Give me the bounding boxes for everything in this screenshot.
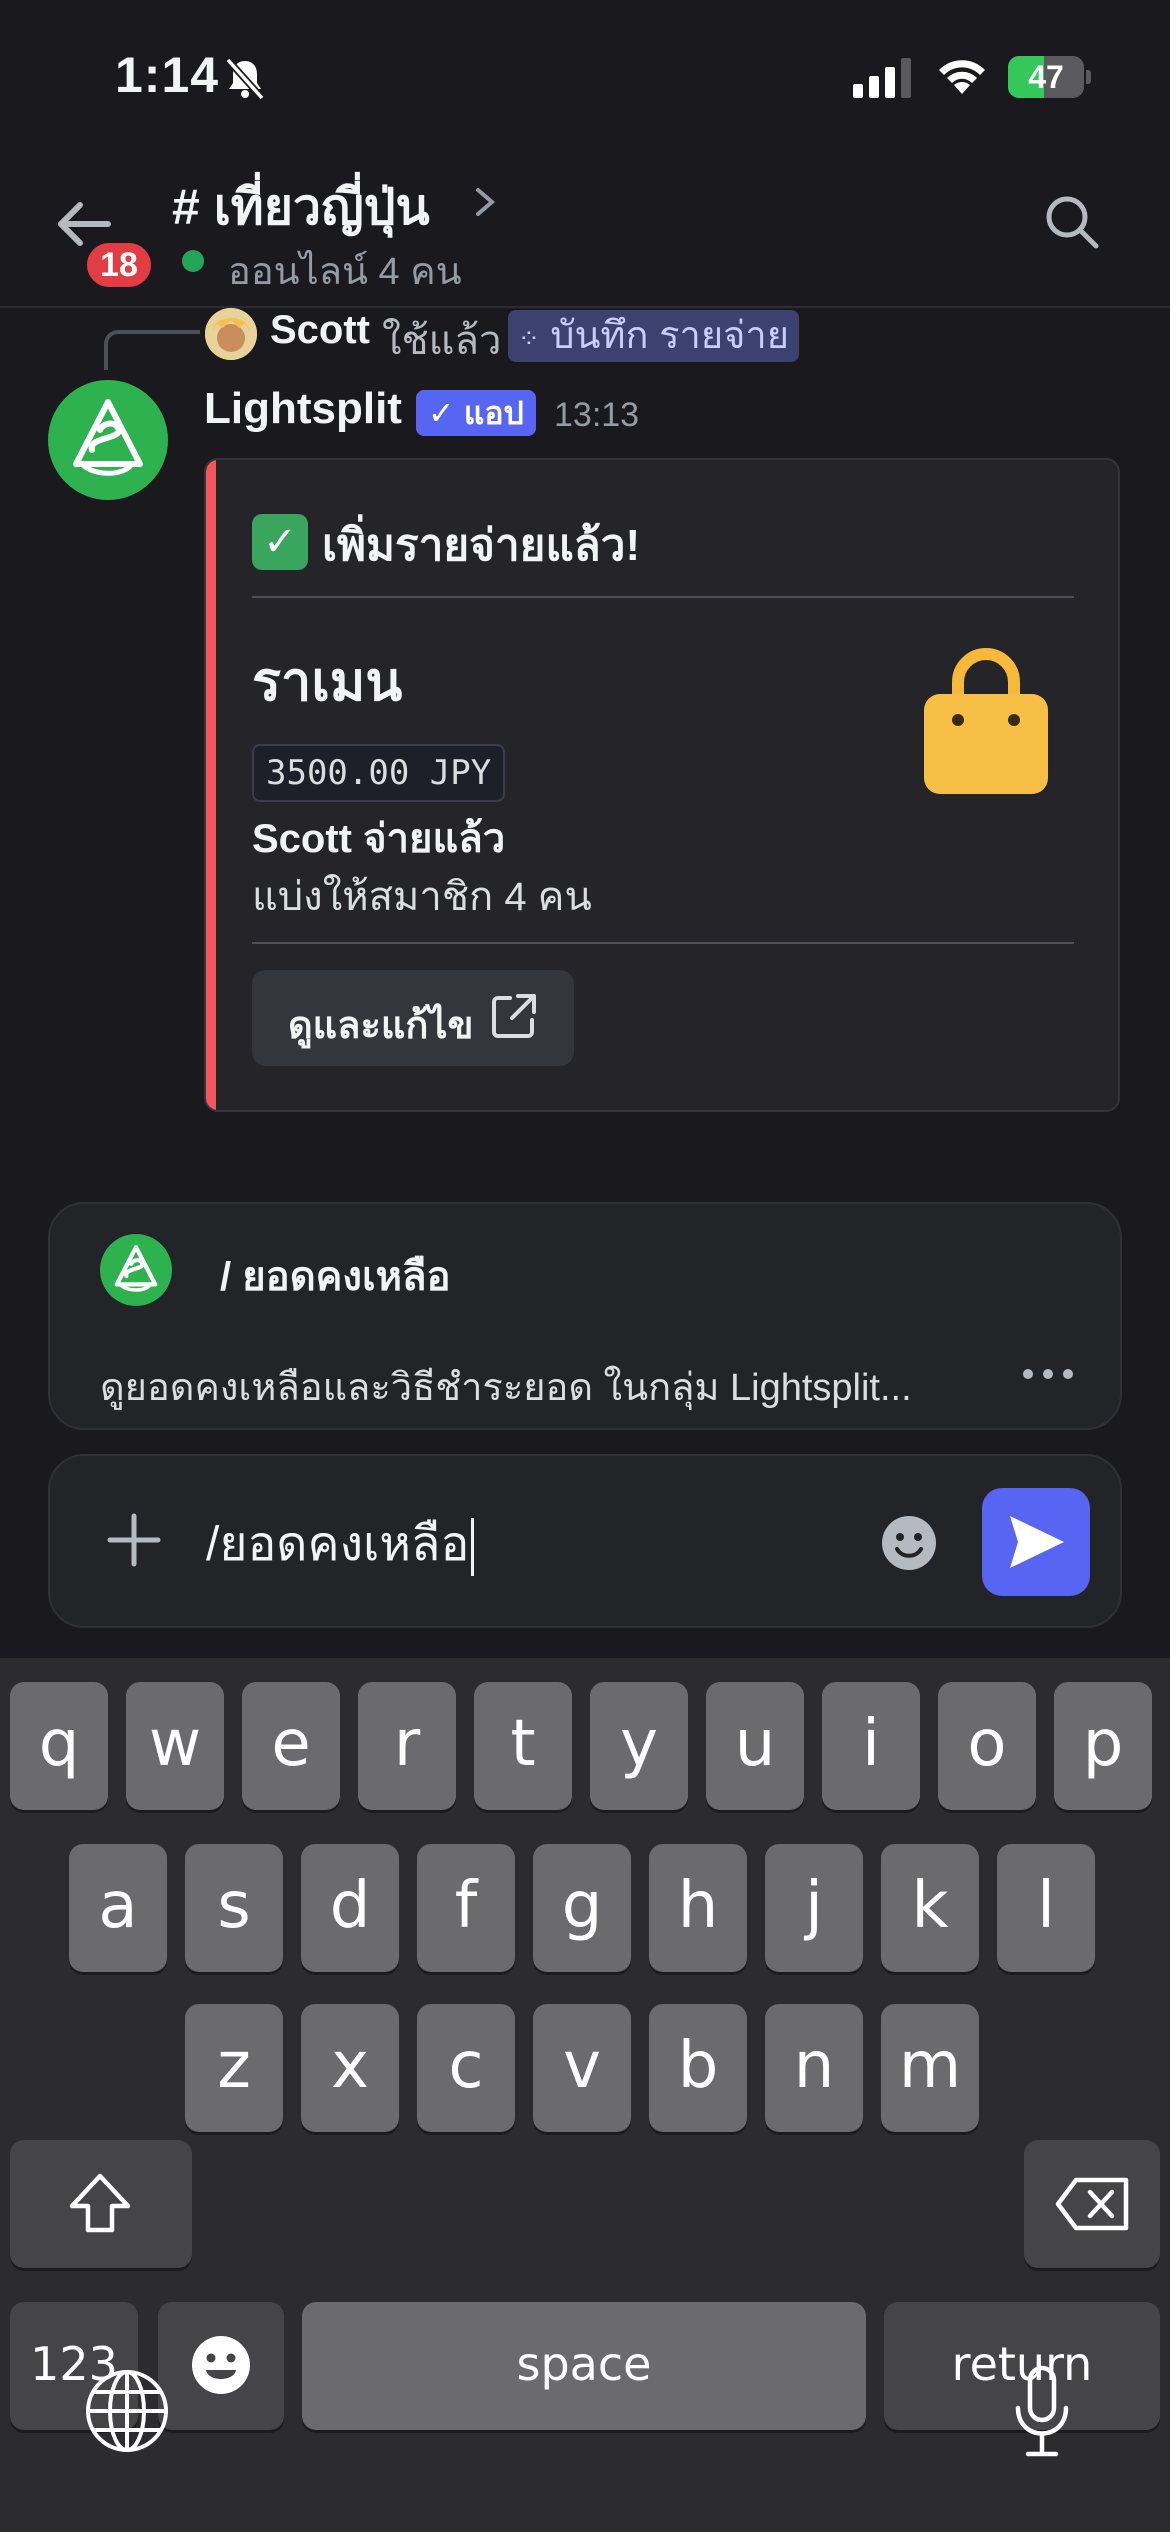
online-indicator xyxy=(182,250,204,272)
key-x[interactable]: x xyxy=(301,2004,399,2132)
key-b[interactable]: b xyxy=(649,2004,747,2132)
app-tag: ✓ แอป xyxy=(416,390,536,436)
key-m[interactable]: m xyxy=(881,2004,979,2132)
message-input[interactable]: /ยอดคงเหลือ xyxy=(206,1506,475,1582)
send-icon xyxy=(1010,1516,1064,1568)
lightsplit-app-icon xyxy=(100,1234,172,1306)
online-count: ออนไลน์ 4 คน xyxy=(228,251,462,293)
reply-connector xyxy=(104,330,200,370)
status-bar: 1:14 47 xyxy=(0,0,1170,150)
key-k[interactable]: k xyxy=(881,1844,979,1972)
key-o[interactable]: o xyxy=(938,1682,1036,1810)
key-n[interactable]: n xyxy=(765,2004,863,2132)
paid-by: Scott จ่ายแล้ว xyxy=(252,817,506,861)
view-edit-button[interactable]: ดูและแก้ไข xyxy=(252,970,574,1066)
app-grid-icon: ⁘ xyxy=(518,322,540,353)
key-s[interactable]: s xyxy=(185,1844,283,1972)
space-key[interactable]: space xyxy=(302,2302,866,2430)
key-y[interactable]: y xyxy=(590,1682,688,1810)
unread-badge: 18 xyxy=(82,238,156,292)
search-icon[interactable] xyxy=(1040,190,1104,254)
message-composer[interactable]: /ยอดคงเหลือ xyxy=(48,1454,1122,1628)
chevron-right-icon[interactable] xyxy=(470,182,500,222)
slash-command-label: บันทึก รายจ่าย xyxy=(550,315,789,357)
reply-username[interactable]: Scott xyxy=(270,308,370,353)
cellular-signal-icon xyxy=(853,58,911,98)
key-l[interactable]: l xyxy=(997,1844,1095,1972)
key-g[interactable]: g xyxy=(533,1844,631,1972)
split-info: แบ่งให้สมาชิก 4 คน xyxy=(252,875,592,919)
command-suggestion[interactable]: / ยอดคงเหลือ ดูยอดคงเหลือและวิธีชำระยอด … xyxy=(48,1202,1122,1430)
status-time: 1:14 xyxy=(115,47,220,103)
key-h[interactable]: h xyxy=(649,1844,747,1972)
view-edit-label: ดูและแก้ไข xyxy=(288,1005,474,1047)
divider xyxy=(252,942,1074,944)
key-v[interactable]: v xyxy=(533,2004,631,2132)
key-w[interactable]: w xyxy=(126,1682,224,1810)
channel-header: 18 # เที่ยวญี่ปุ่น ออนไลน์ 4 คน xyxy=(0,150,1170,308)
embed-title: เพิ่มรายจ่ายแล้ว! xyxy=(322,521,641,570)
key-f[interactable]: f xyxy=(417,1844,515,1972)
key-d[interactable]: d xyxy=(301,1844,399,1972)
message-input-value: /ยอดคงเหลือ xyxy=(206,1518,470,1571)
ios-keyboard: qwertyuiop asdfghjkl zxcvbnm 123 space r… xyxy=(0,1658,1170,2532)
shift-key[interactable] xyxy=(10,2140,192,2268)
emoji-icon[interactable] xyxy=(880,1514,938,1572)
checkmark-icon: ✓ xyxy=(252,514,308,570)
key-r[interactable]: r xyxy=(358,1682,456,1810)
key-i[interactable]: i xyxy=(822,1682,920,1810)
emoji-keyboard-icon xyxy=(192,2336,250,2394)
command-description: ดูยอดคงเหลือและวิธีชำระยอด ในกลุ่ม Light… xyxy=(100,1367,912,1409)
backspace-icon xyxy=(1055,2177,1129,2231)
expense-item-name: ราเมน xyxy=(252,652,403,712)
command-name: / ยอดคงเหลือ xyxy=(220,1255,451,1299)
shopping-bag-icon xyxy=(924,648,1048,794)
lightsplit-avatar[interactable] xyxy=(48,380,168,500)
key-p[interactable]: p xyxy=(1054,1682,1152,1810)
slash-command-chip[interactable]: ⁘ บันทึก รายจ่าย xyxy=(508,310,799,362)
avatar[interactable] xyxy=(205,308,257,360)
microphone-icon[interactable] xyxy=(1010,2364,1074,2460)
battery-icon: 47 xyxy=(1008,56,1091,98)
key-q[interactable]: q xyxy=(10,1682,108,1810)
embed-accent-bar xyxy=(206,460,216,1110)
reply-used-text: ใช้แล้ว xyxy=(382,319,502,363)
expense-amount: 3500.00 JPY xyxy=(252,744,506,802)
external-link-icon xyxy=(492,994,536,1038)
key-c[interactable]: c xyxy=(417,2004,515,2132)
text-cursor xyxy=(471,1518,475,1577)
expense-embed: ✓ เพิ่มรายจ่ายแล้ว! ราเมน 3500.00 JPY Sc… xyxy=(204,458,1120,1112)
plus-icon[interactable] xyxy=(104,1510,164,1570)
key-u[interactable]: u xyxy=(706,1682,804,1810)
channel-title[interactable]: # เที่ยวญี่ปุ่น xyxy=(172,168,430,247)
key-e[interactable]: e xyxy=(242,1682,340,1810)
more-options-icon[interactable] xyxy=(1010,1354,1090,1394)
bell-muted-icon xyxy=(225,57,265,101)
key-z[interactable]: z xyxy=(185,2004,283,2132)
key-t[interactable]: t xyxy=(474,1682,572,1810)
shift-icon xyxy=(69,2173,131,2233)
message-author[interactable]: Lightsplit xyxy=(204,384,402,434)
divider xyxy=(252,596,1074,598)
message-timestamp: 13:13 xyxy=(554,396,640,434)
key-a[interactable]: a xyxy=(69,1844,167,1972)
battery-percent: 47 xyxy=(1028,59,1064,95)
wifi-icon xyxy=(939,60,985,94)
key-j[interactable]: j xyxy=(765,1844,863,1972)
send-button[interactable] xyxy=(982,1488,1090,1596)
globe-icon[interactable] xyxy=(84,2368,170,2454)
emoji-key[interactable] xyxy=(158,2302,284,2430)
backspace-key[interactable] xyxy=(1024,2140,1160,2268)
